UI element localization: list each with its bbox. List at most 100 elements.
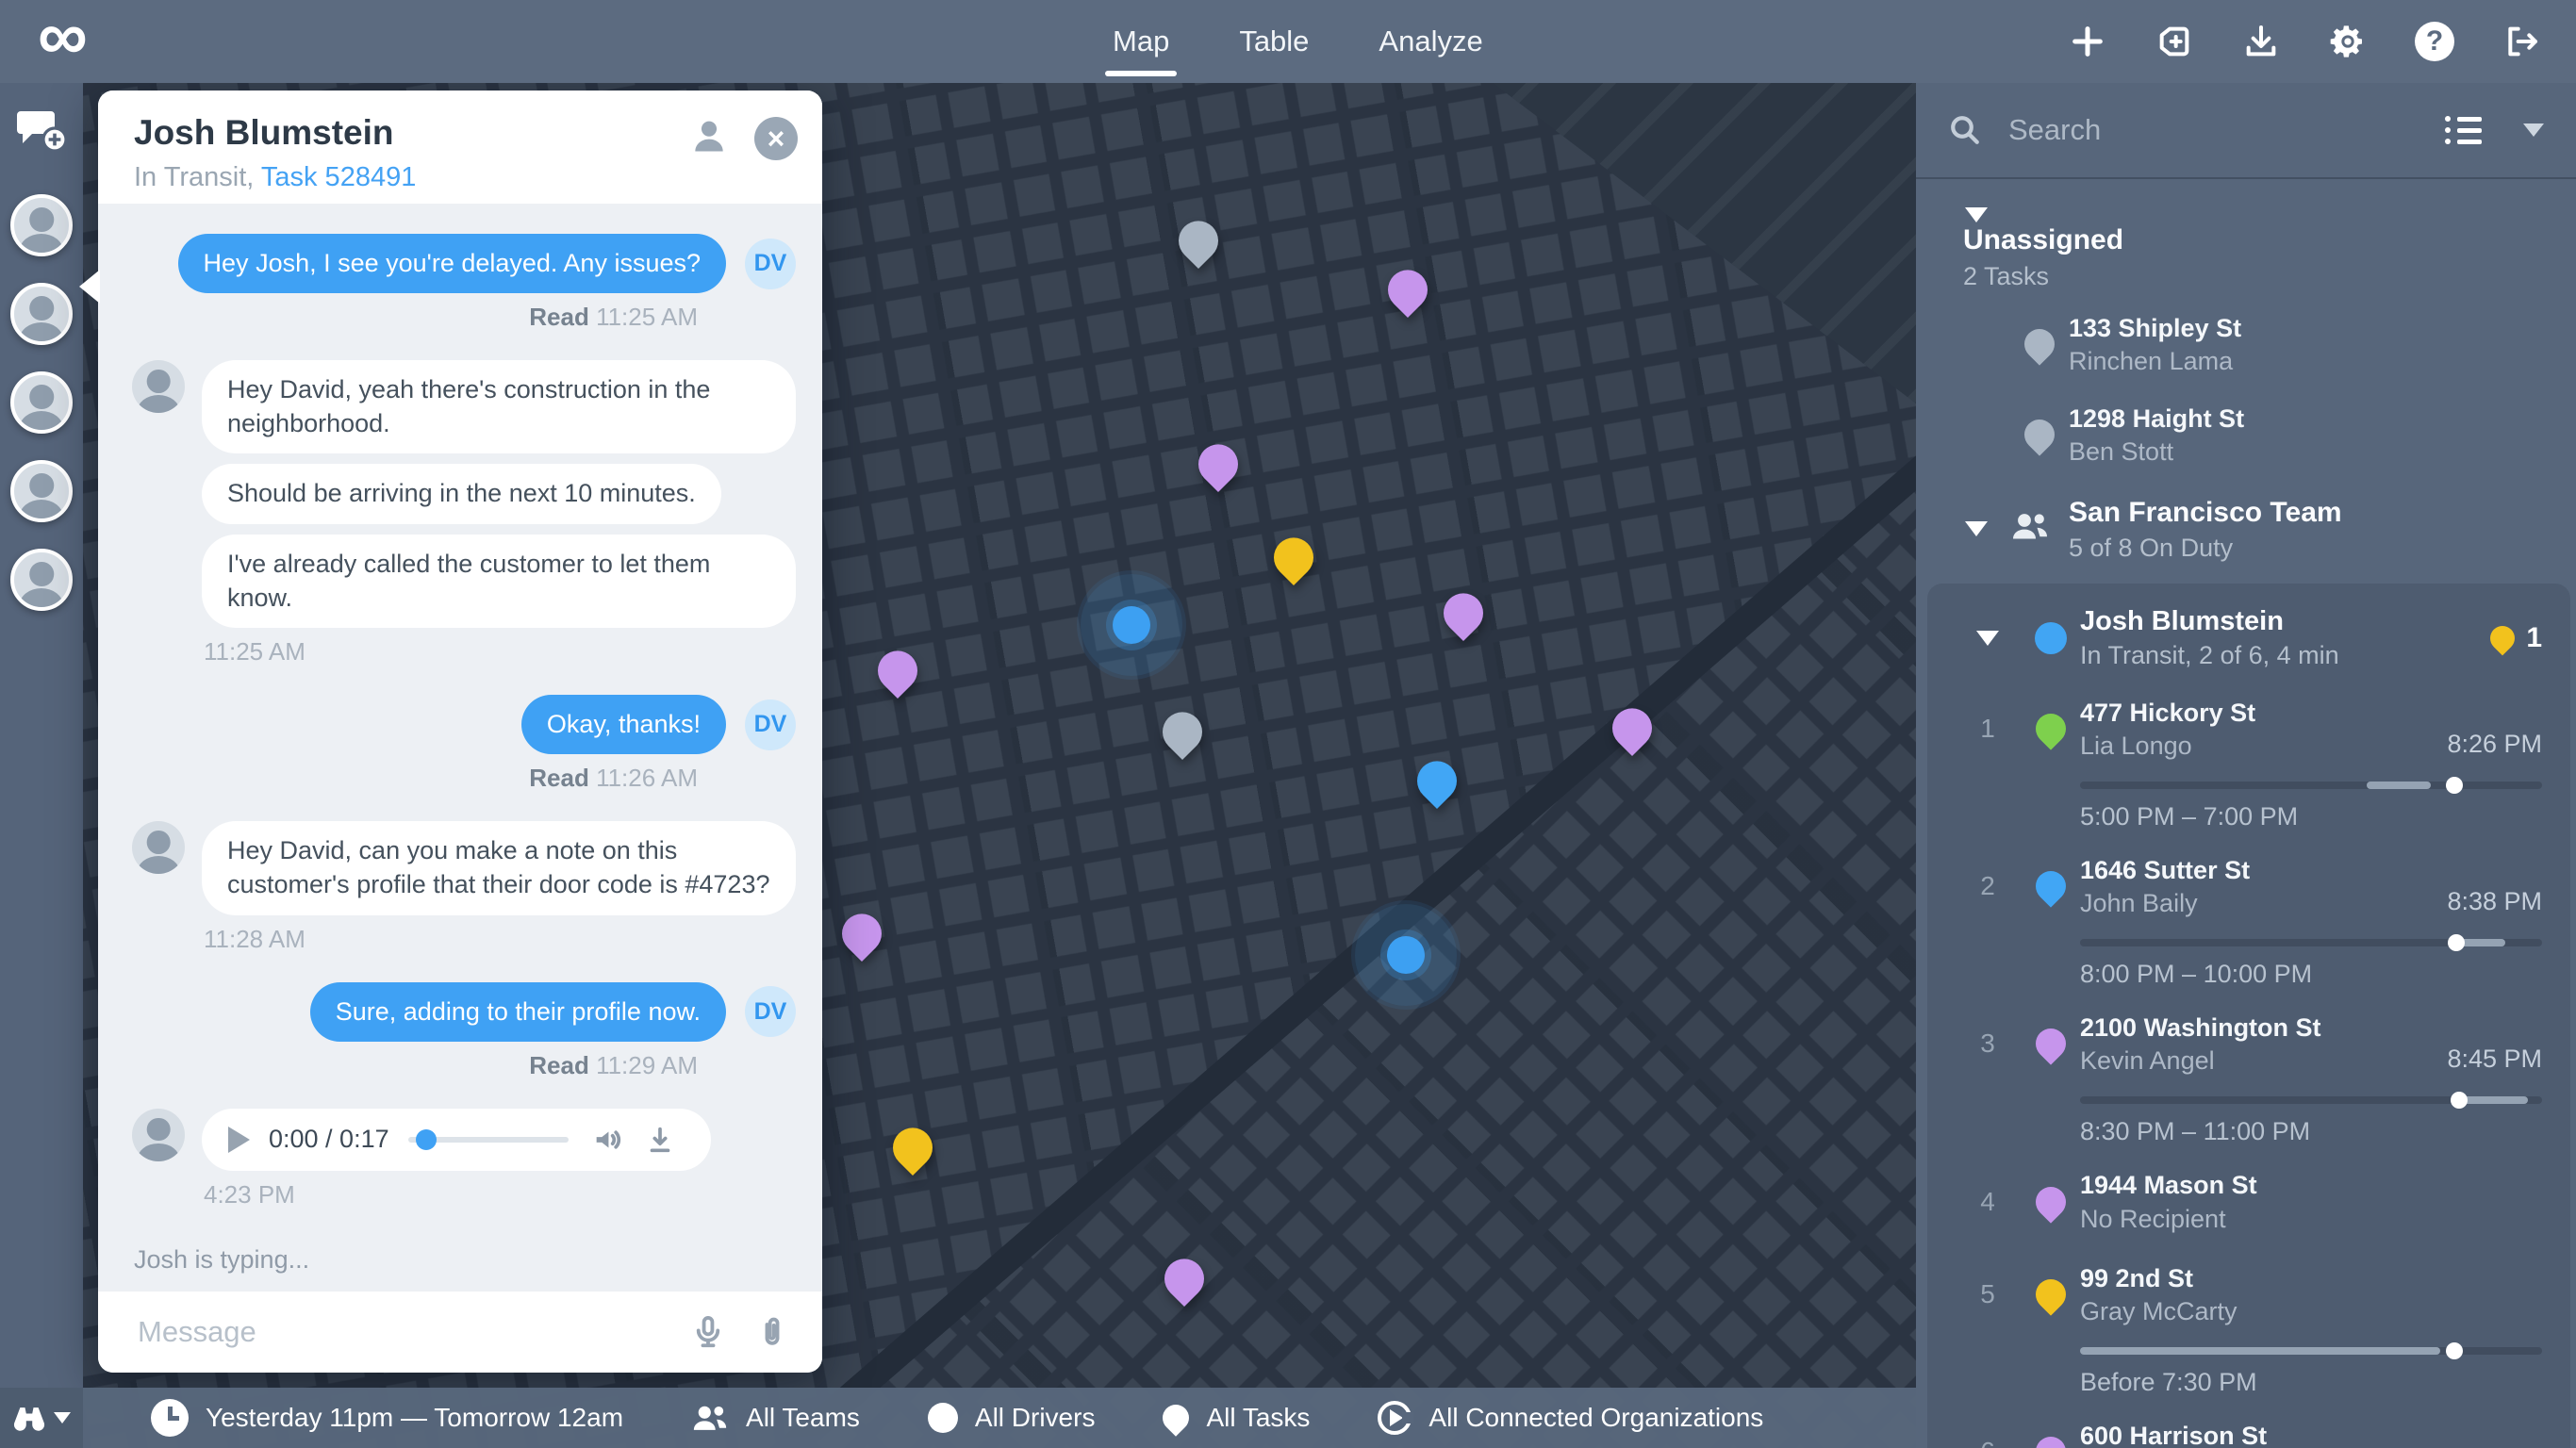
- current-time-marker[interactable]: [2446, 1342, 2463, 1359]
- map-task-pin[interactable]: [1409, 753, 1464, 809]
- task-pin-icon: [2029, 1180, 2072, 1223]
- collapse-caret-icon[interactable]: [1976, 631, 1999, 646]
- typing-indicator: Josh is typing...: [134, 1245, 309, 1275]
- map-task-pin[interactable]: [1156, 1251, 1212, 1307]
- outgoing-message: Hey Josh, I see you're delayed. Any issu…: [132, 234, 796, 293]
- map-task-pin[interactable]: [834, 906, 889, 962]
- search-input[interactable]: [2006, 112, 2420, 148]
- map-task-pin[interactable]: [1265, 530, 1321, 585]
- task-number: 4: [1980, 1187, 1995, 1217]
- map-task-pin[interactable]: [1379, 262, 1435, 318]
- driver-status-dot: [2035, 622, 2067, 654]
- close-chat-icon[interactable]: ×: [754, 117, 798, 160]
- receipt-time: 11:26 AM: [596, 764, 698, 792]
- teams-filter[interactable]: All Teams: [691, 1401, 860, 1435]
- group-unassigned[interactable]: Unassigned 2 Tasks: [1916, 200, 2576, 299]
- driver-row[interactable]: Josh Blumstein In Transit, 2 of 6, 4 min…: [1927, 593, 2570, 683]
- contact-avatar-4[interactable]: [10, 460, 73, 522]
- message-input[interactable]: [136, 1314, 662, 1350]
- message-bubble: I've already called the customer to let …: [202, 535, 796, 628]
- read-receipt: Read 11:25 AM: [132, 303, 796, 332]
- organizations-filter[interactable]: All Connected Organizations: [1378, 1401, 1763, 1435]
- current-time-marker[interactable]: [2451, 1092, 2468, 1109]
- time-window-slider[interactable]: [2080, 782, 2542, 789]
- tab-analyze[interactable]: Analyze: [1379, 0, 1482, 83]
- volume-icon[interactable]: [591, 1124, 623, 1156]
- map-task-pin[interactable]: [1170, 213, 1226, 269]
- chat-contact-status: In Transit, Task 528491: [134, 162, 794, 193]
- map-task-pin[interactable]: [1154, 704, 1210, 760]
- logout-icon[interactable]: [2501, 21, 2542, 62]
- tab-map[interactable]: Map: [1113, 0, 1169, 83]
- new-chat-icon[interactable]: [15, 107, 68, 156]
- time-window-slider[interactable]: [2080, 1347, 2542, 1355]
- sidebar-search-row: [1916, 83, 2576, 179]
- settings-gear-icon[interactable]: [2327, 21, 2369, 62]
- download-audio-icon[interactable]: [644, 1124, 676, 1156]
- task-recipient: Lia Longo: [2080, 732, 2447, 761]
- driver-block-josh: Josh Blumstein In Transit, 2 of 6, 4 min…: [1927, 584, 2570, 1448]
- tab-table[interactable]: Table: [1239, 0, 1309, 83]
- group-sf-team[interactable]: San Francisco Team 5 of 8 On Duty: [1916, 487, 2576, 571]
- route-task-row[interactable]: 6 600 Harrison St Brian Rekasis: [1927, 1407, 2570, 1448]
- list-view-icon[interactable]: [2445, 116, 2482, 144]
- dispatch-sidebar: Unassigned 2 Tasks 133 Shipley St Rinche…: [1916, 83, 2576, 1448]
- tasks-filter[interactable]: All Tasks: [1163, 1403, 1310, 1433]
- current-time-marker[interactable]: [2448, 934, 2465, 951]
- map-task-pin[interactable]: [1190, 436, 1246, 492]
- map-display-options[interactable]: [0, 1388, 83, 1448]
- driver-location-dot[interactable]: [1387, 936, 1425, 974]
- organizations-icon: [1378, 1401, 1412, 1435]
- unassigned-task-row[interactable]: 1298 Haight St Ben Stott: [1916, 389, 2576, 467]
- task-address: 99 2nd St: [2080, 1262, 2542, 1295]
- route-task-row[interactable]: 2 1646 Sutter St John Baily 8:38 PM: [1927, 841, 2570, 918]
- task-window: 8:30 PM – 11:00 PM: [2080, 1117, 2542, 1146]
- driver-location-dot[interactable]: [1113, 606, 1150, 644]
- route-task-row[interactable]: 5 99 2nd St Gray McCarty: [1927, 1249, 2570, 1326]
- collapse-caret-icon[interactable]: [1965, 207, 1988, 222]
- driver-dot-icon: [928, 1403, 958, 1433]
- time-window-slider[interactable]: [2080, 939, 2542, 946]
- contact-avatar-3[interactable]: [10, 371, 73, 434]
- chat-message-list[interactable]: Hey Josh, I see you're delayed. Any issu…: [98, 204, 822, 1292]
- time-range-filter[interactable]: Yesterday 11pm — Tomorrow 12am: [151, 1399, 623, 1437]
- view-tabs: Map Table Analyze: [1113, 0, 1483, 83]
- route-task-row[interactable]: 3 2100 Washington St Kevin Angel 8:45 PM: [1927, 998, 2570, 1076]
- map-task-pin[interactable]: [1435, 585, 1491, 641]
- contact-profile-icon[interactable]: [688, 115, 730, 161]
- import-tasks-icon[interactable]: [2154, 21, 2195, 62]
- task-list[interactable]: Unassigned 2 Tasks 133 Shipley St Rinche…: [1916, 179, 2576, 1448]
- unassigned-task-row[interactable]: 133 Shipley St Rinchen Lama: [1916, 299, 2576, 376]
- contact-avatar-1[interactable]: [10, 194, 73, 256]
- map-task-pin[interactable]: [1604, 700, 1660, 756]
- attachment-icon[interactable]: [754, 1314, 790, 1350]
- task-link[interactable]: Task 528491: [261, 162, 416, 192]
- record-voice-icon[interactable]: [690, 1314, 726, 1350]
- onfleet-logo-icon[interactable]: ∞: [38, 0, 88, 77]
- audio-seek-handle[interactable]: [416, 1129, 437, 1150]
- contact-avatar-2-active[interactable]: [10, 283, 73, 345]
- group-title: San Francisco Team: [2069, 495, 2548, 531]
- map-task-pin[interactable]: [884, 1120, 940, 1176]
- route-task-row[interactable]: 4 1944 Mason St No Recipient: [1927, 1156, 2570, 1233]
- play-icon[interactable]: [228, 1127, 250, 1153]
- export-download-icon[interactable]: [2240, 21, 2282, 62]
- time-window-slider[interactable]: [2080, 1096, 2542, 1104]
- task-pin-icon: [2029, 1273, 2072, 1315]
- add-icon[interactable]: [2067, 21, 2108, 62]
- help-icon[interactable]: ?: [2414, 21, 2455, 62]
- contact-avatar: [132, 360, 185, 413]
- task-pin-icon: [2018, 413, 2060, 455]
- read-receipt: Read 11:29 AM: [132, 1051, 796, 1080]
- collapse-caret-icon[interactable]: [1965, 521, 1988, 536]
- contact-avatar-5[interactable]: [10, 549, 73, 611]
- current-time-marker[interactable]: [2446, 777, 2463, 794]
- drivers-filter[interactable]: All Drivers: [928, 1403, 1096, 1433]
- task-number: 5: [1980, 1279, 1995, 1309]
- audio-seek-slider[interactable]: [408, 1137, 569, 1143]
- map-task-pin[interactable]: [869, 643, 925, 699]
- route-task-row[interactable]: 1 477 Hickory St Lia Longo 8:26 PM: [1927, 683, 2570, 761]
- chat-contacts: [10, 194, 73, 611]
- message-bubble: Hey David, can you make a note on this c…: [202, 821, 796, 914]
- sort-chevron-down-icon[interactable]: [2523, 123, 2544, 137]
